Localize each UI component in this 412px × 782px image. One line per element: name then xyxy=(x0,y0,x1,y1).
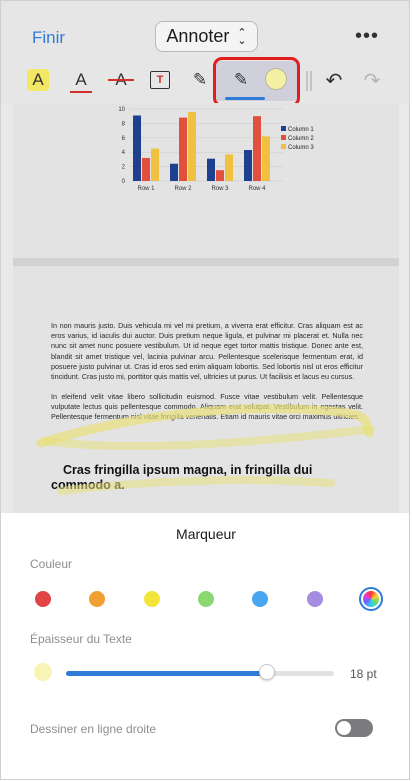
bar xyxy=(262,136,270,181)
thickness-slider-knob[interactable] xyxy=(259,664,275,680)
legend-swatch xyxy=(281,144,286,149)
legend-label: Column 3 xyxy=(288,145,314,151)
legend-label: Column 1 xyxy=(288,127,314,133)
textbox-button[interactable]: T xyxy=(147,67,173,93)
straight-line-toggle[interactable] xyxy=(335,719,373,737)
mode-label: Annoter xyxy=(166,26,230,46)
x-tick-label: Row 3 xyxy=(211,186,229,192)
app-window: Finir Annoter ⌃⌄ ••• A A A T ✎ ✎ ↶ ↷ 0 2 4… xyxy=(0,0,410,780)
bar xyxy=(179,117,187,181)
mode-selector[interactable]: Annoter ⌃ ⌄ xyxy=(155,21,258,52)
color-swatch-orange[interactable] xyxy=(89,591,105,607)
pen-icon: ✎ xyxy=(192,70,208,89)
legend-swatch xyxy=(281,135,286,140)
legend-label: Column 2 xyxy=(288,136,314,142)
x-tick-label: Row 4 xyxy=(248,186,266,192)
y-tick-label: 6 xyxy=(122,136,126,142)
underline-text-button[interactable]: A xyxy=(68,67,94,93)
toggle-knob xyxy=(337,721,351,735)
custom-color-picker[interactable] xyxy=(359,587,383,611)
strikethrough-icon xyxy=(108,79,134,81)
redo-button[interactable]: ↷ xyxy=(359,67,385,93)
thickness-value: 18 pt xyxy=(350,667,377,681)
section-heading[interactable]: Cras fringilla ipsum magna, in fringilla… xyxy=(51,463,371,493)
underline-icon xyxy=(70,91,92,93)
paragraph[interactable]: In non mauris justo. Duis vehicula mi ve… xyxy=(51,321,363,382)
bar xyxy=(253,116,261,181)
y-tick-label: 2 xyxy=(122,165,126,171)
legend-swatch xyxy=(281,126,286,131)
thickness-slider-track[interactable] xyxy=(66,671,334,676)
pen-button[interactable]: ✎ xyxy=(187,67,213,93)
bar xyxy=(151,148,159,181)
color-swatch-purple[interactable] xyxy=(307,591,323,607)
annotation-toolbar: A A A T ✎ ✎ ↶ ↷ xyxy=(1,61,409,103)
color-swatch-yellow[interactable] xyxy=(144,591,160,607)
y-tick-label: 8 xyxy=(122,121,126,127)
selection-highlight-box xyxy=(213,57,300,107)
textbox-glyph: T xyxy=(156,74,164,86)
underline-glyph: A xyxy=(75,70,87,89)
thickness-section-label: Épaisseur du Texte xyxy=(30,632,132,646)
heading-text: Cras fringilla ipsum magna, in fringilla… xyxy=(51,463,313,492)
y-tick-label: 4 xyxy=(122,150,126,156)
bar-chart: 0 2 4 6 8 10 Row 1 Row 2 Row 3 Row 4 Column 1 Colum… xyxy=(118,107,314,192)
paragraph[interactable]: In eleifend velit vitae libero sollicitu… xyxy=(51,392,363,423)
undo-button[interactable]: ↶ xyxy=(321,67,347,93)
color-section-label: Couleur xyxy=(30,557,73,571)
bar xyxy=(225,154,233,181)
thickness-preview-dot xyxy=(34,663,52,681)
strikethrough-button[interactable]: A xyxy=(108,67,134,93)
thickness-slider-fill xyxy=(66,671,267,676)
textbox-icon: T xyxy=(150,71,170,89)
header-bar: Finir Annoter ⌃ ⌄ ••• xyxy=(1,1,409,61)
toolbar-divider xyxy=(306,71,308,91)
bar xyxy=(142,157,150,181)
color-swatch-red[interactable] xyxy=(35,591,51,607)
x-tick-label: Row 2 xyxy=(174,186,192,192)
highlight-text-button[interactable]: A xyxy=(27,69,49,91)
bar xyxy=(188,111,196,181)
bar xyxy=(207,158,215,181)
x-tick-label: Row 1 xyxy=(137,186,155,192)
bar xyxy=(216,170,224,181)
y-tick-label: 10 xyxy=(118,107,125,113)
color-swatch-green[interactable] xyxy=(198,591,214,607)
bar xyxy=(244,150,252,181)
bar xyxy=(170,163,178,181)
bar xyxy=(133,115,141,181)
marker-settings-sheet: Marqueur Couleur Épaisseur du Texte 18 p… xyxy=(1,513,409,779)
straight-line-label: Dessiner en ligne droite xyxy=(30,722,157,736)
toolbar-divider xyxy=(310,71,312,91)
chevron-updown-icon: ⌃ ⌄ xyxy=(237,26,247,47)
page-separator xyxy=(13,258,399,266)
done-button[interactable]: Finir xyxy=(32,28,65,48)
sheet-title: Marqueur xyxy=(176,526,236,542)
more-button[interactable]: ••• xyxy=(355,25,379,48)
y-tick-label: 0 xyxy=(122,179,126,185)
color-wheel-icon xyxy=(363,591,379,607)
color-swatch-blue[interactable] xyxy=(252,591,268,607)
